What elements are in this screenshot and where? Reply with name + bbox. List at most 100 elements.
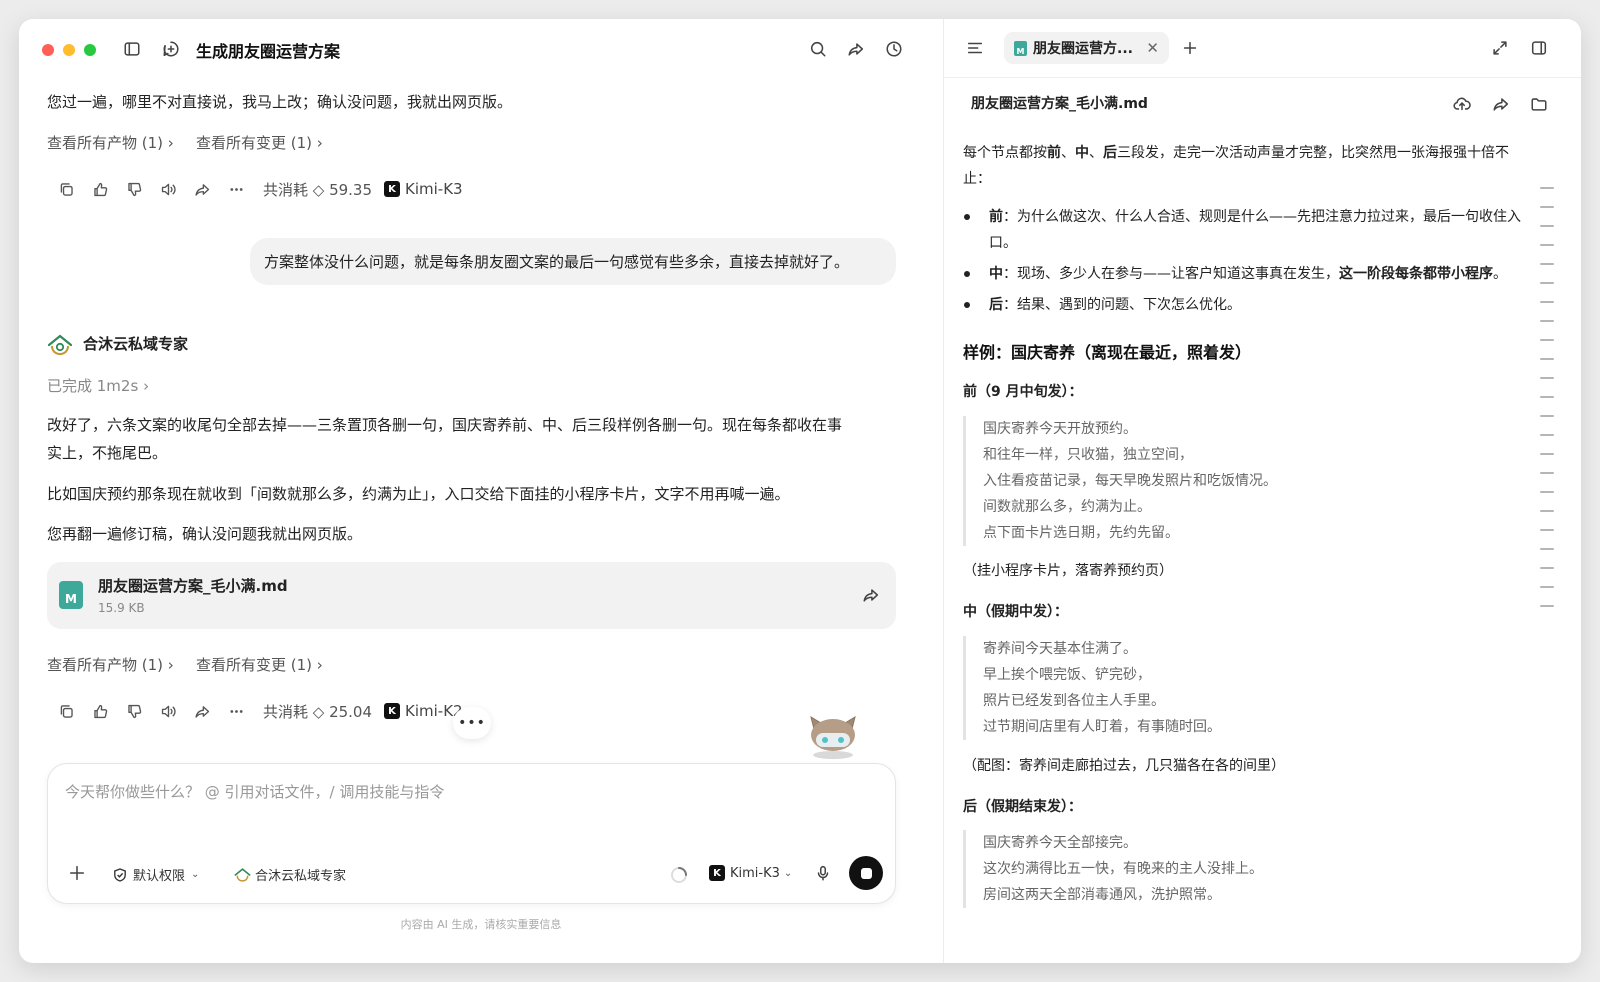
copy-icon[interactable] — [49, 699, 83, 723]
chevron-down-icon: ⌄ — [191, 869, 200, 880]
copy-icon[interactable] — [49, 177, 83, 201]
add-attachment-icon[interactable] — [66, 862, 88, 884]
example-heading: 样例：国庆寄养（离现在最近，照着发） — [963, 343, 1252, 362]
document-panel: M 朋友圈运营方... ✕ 朋友圈运营方案_毛小满.md 每个节点都按前、中、后… — [943, 19, 1581, 963]
view-changes-link[interactable]: 查看所有变更 (1) › — [196, 654, 323, 675]
after-quote: 国庆寄养今天全部接完。 这次约满得比五一快，有晚来的主人没排上。 房间这两天全部… — [963, 830, 1263, 908]
view-artifacts-link[interactable]: 查看所有产物 (1) › — [47, 654, 174, 675]
minimize-window-button[interactable] — [63, 44, 75, 56]
titlebar: 生成朋友圈运营方案 — [19, 19, 943, 81]
quote-line: 照片已经发到各位主人手里。 — [983, 693, 1165, 709]
model-badge: K Kimi-K2 — [384, 702, 463, 720]
chat-input-placeholder[interactable]: 今天帮你做些什么？ @ 引用对话文件，/ 调用技能与指令 — [65, 781, 444, 802]
quote-line: 间数就那么多，约满为止。 — [983, 499, 1151, 515]
share-icon[interactable] — [845, 38, 867, 60]
message-toolbar: 共消耗 ◇ 25.04 K Kimi-K2 — [49, 699, 463, 723]
ai-disclaimer: 内容由 AI 生成，请核实重要信息 — [400, 918, 562, 931]
agent-selector[interactable]: 合沐云私域专家 — [234, 865, 346, 884]
share-file-icon[interactable] — [860, 584, 882, 606]
after-heading: 后（假期结束发）： — [963, 799, 1082, 815]
tab-document[interactable]: M 朋友圈运营方... ✕ — [1004, 32, 1169, 64]
doc-intro-line-2: 止： — [963, 171, 991, 187]
agent-paragraph-3: 您再翻一遍修订稿，确认没问题我就出网页版。 — [47, 525, 363, 543]
quote-line: 寄养间今天基本住满了。 — [983, 641, 1137, 657]
permission-selector[interactable]: 默认权限 ⌄ — [112, 865, 199, 884]
file-size: 15.9 KB — [98, 601, 145, 615]
agent-paragraph-1-line-2: 实上，不拖尾巴。 — [47, 444, 168, 462]
share-icon[interactable] — [185, 177, 219, 201]
message-toolbar: 共消耗 ◇ 59.35 K Kimi-K3 — [49, 177, 463, 201]
shield-check-icon — [114, 867, 126, 882]
before-note: （挂小程序卡片，落寄养预约页） — [963, 563, 1173, 579]
more-icon[interactable] — [219, 177, 253, 201]
speaker-icon[interactable] — [151, 177, 185, 201]
during-note: （配图：寄养间走廊拍过去，几只猫各在各的间里） — [963, 758, 1285, 774]
doc-intro-line-1: 每个节点都按前、中、后三段发，走完一次活动声量才完整，比突然甩一张海报强十倍不 — [963, 145, 1509, 161]
thinking-status-toggle[interactable]: 已完成 1m2s › — [47, 375, 149, 396]
thumbs-down-icon[interactable] — [117, 177, 151, 201]
token-cost: 共消耗 ◇ 25.04 — [263, 702, 373, 721]
thumbs-up-icon[interactable] — [83, 177, 117, 201]
panel-toggle-icon[interactable] — [1528, 37, 1550, 59]
new-chat-icon[interactable] — [160, 38, 182, 60]
search-icon[interactable] — [807, 38, 829, 60]
share-icon[interactable] — [1490, 93, 1512, 115]
chevron-down-icon: ⌄ — [783, 867, 793, 879]
close-window-button[interactable] — [42, 44, 54, 56]
quote-line: 这次约满得比五一快，有晚来的主人没排上。 — [983, 861, 1263, 877]
thumbs-up-icon[interactable] — [83, 699, 117, 723]
mascot-cat-icon — [810, 715, 856, 759]
upload-cloud-icon[interactable] — [1451, 93, 1473, 115]
agent-avatar-icon — [234, 867, 251, 882]
expand-icon[interactable] — [1489, 37, 1511, 59]
model-badge: K Kimi-K3 — [384, 180, 463, 198]
folder-icon[interactable] — [1528, 93, 1550, 115]
quote-line: 点下面卡片选日期，先约先留。 — [983, 525, 1179, 541]
list-item: 中：现场、多少人在参与——让客户知道这事真在发生，这一阶段每条都带小程序。 — [964, 261, 1507, 287]
markdown-file-icon: M — [1014, 40, 1027, 56]
thumbs-down-icon[interactable] — [117, 699, 151, 723]
stop-generation-button[interactable] — [849, 856, 883, 890]
more-icon[interactable] — [219, 699, 253, 723]
chat-title: 生成朋友圈运营方案 — [196, 42, 341, 61]
during-heading: 中（假期中发）： — [963, 604, 1068, 620]
list-item: 后：结果、遇到的问题、下次怎么优化。 — [964, 292, 1241, 318]
close-tab-icon[interactable]: ✕ — [1146, 39, 1159, 57]
microphone-icon[interactable] — [812, 862, 834, 884]
divider — [944, 77, 1581, 78]
kimi-logo-icon: K — [384, 703, 401, 719]
view-changes-link[interactable]: 查看所有变更 (1) › — [196, 132, 323, 153]
quote-line: 国庆寄养今天开放预约。 — [983, 421, 1137, 437]
new-tab-icon[interactable] — [1179, 37, 1201, 59]
view-artifacts-link[interactable]: 查看所有产物 (1) › — [47, 132, 174, 153]
more-options-icon[interactable]: ••• — [453, 707, 491, 739]
list-item: 前：为什么做这次、什么人合适、规则是什么——先把注意力拉过来，最后一句收住入 口… — [964, 204, 1521, 256]
zoom-window-button[interactable] — [84, 44, 96, 56]
sidebar-toggle-icon[interactable] — [121, 38, 143, 60]
app-window: 生成朋友圈运营方案 您过一遍，哪里不对直接说，我马上改；确认没问题，我就出网页版… — [19, 19, 1581, 963]
token-cost: 共消耗 ◇ 59.35 — [263, 180, 373, 199]
share-icon[interactable] — [185, 699, 219, 723]
chat-pane: 生成朋友圈运营方案 您过一遍，哪里不对直接说，我马上改；确认没问题，我就出网页版… — [19, 19, 943, 963]
history-icon[interactable] — [883, 38, 905, 60]
agent-paragraph-2: 比如国庆预约那条现在就收到「间数就那么多，约满为止」，入口交给下面挂的小程序卡片… — [47, 485, 790, 503]
quote-line: 和往年一样，只收猫，独立空间， — [983, 447, 1193, 463]
quote-line: 入住看疫苗记录，每天早晚发照片和吃饭情况。 — [983, 473, 1277, 489]
document-outline-minimap[interactable] — [1540, 187, 1554, 624]
chat-input-box[interactable]: 今天帮你做些什么？ @ 引用对话文件，/ 调用技能与指令 默认权限 ⌄ 合沐云私… — [47, 763, 896, 904]
model-selector[interactable]: K Kimi-K3 ⌄ — [709, 865, 792, 881]
document-title: 朋友圈运营方案_毛小满.md — [971, 96, 1148, 112]
markdown-file-icon: M — [59, 581, 83, 609]
quote-line: 国庆寄养今天全部接完。 — [983, 835, 1137, 851]
quote-line: 早上挨个喂完饭、铲完砂， — [983, 667, 1151, 683]
before-quote: 国庆寄养今天开放预约。 和往年一样，只收猫，独立空间， 入住看疫苗记录，每天早晚… — [963, 416, 1277, 546]
kimi-logo-icon: K — [709, 865, 725, 881]
before-heading: 前（9 月中旬发）： — [963, 384, 1083, 400]
outline-menu-icon[interactable] — [964, 37, 986, 59]
speaker-icon[interactable] — [151, 699, 185, 723]
agent-avatar-icon — [47, 334, 73, 356]
quote-line: 过节期间店里有人盯着，有事随时回。 — [983, 719, 1221, 735]
file-card[interactable]: M 朋友圈运营方案_毛小满.md 15.9 KB — [47, 562, 896, 629]
kimi-logo-icon: K — [384, 181, 401, 197]
file-name: 朋友圈运营方案_毛小满.md — [98, 577, 288, 595]
